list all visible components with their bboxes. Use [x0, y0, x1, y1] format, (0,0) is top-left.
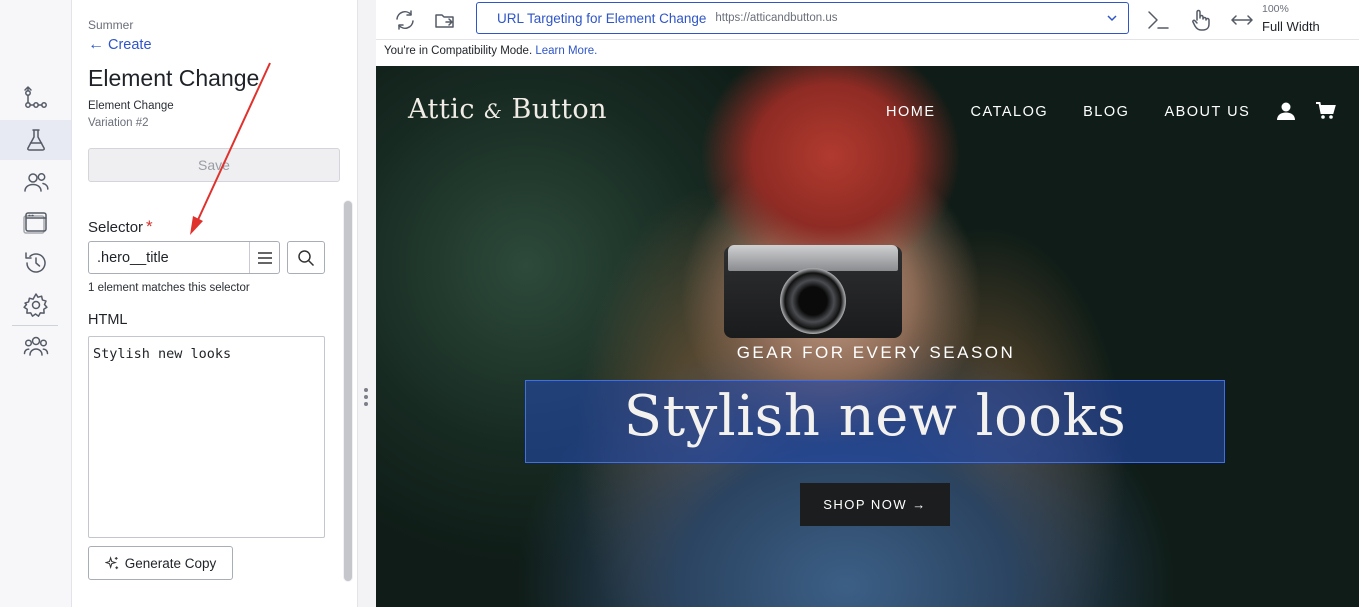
logo-word-1: Attic	[408, 94, 475, 125]
hero-title[interactable]: Stylish new looks	[525, 384, 1225, 449]
rail-settings-button[interactable]	[0, 285, 71, 325]
variation-label: Variation #2	[88, 117, 149, 129]
nav-catalog[interactable]: CATALOG	[971, 104, 1049, 120]
shop-now-button[interactable]: SHOP NOW →	[800, 483, 950, 526]
compatibility-notice: You're in Compatibility Mode. Learn More…	[376, 40, 1359, 66]
compatibility-text: You're in Compatibility Mode.	[384, 45, 533, 57]
app-window: Summer ← Create Element Change Element C…	[0, 0, 1359, 607]
open-in-browser-button[interactable]	[431, 6, 459, 34]
site-nav: HOME CATALOG BLOG ABOUT US	[886, 104, 1250, 120]
nav-about-us[interactable]: ABOUT US	[1164, 104, 1250, 120]
required-marker: *	[146, 217, 153, 236]
back-link-label: Create	[108, 37, 152, 53]
pointer-hand-icon	[1192, 9, 1210, 31]
breadcrumb: Summer	[88, 18, 134, 32]
url-targeting-select[interactable]: URL Targeting for Element Change https:/…	[476, 2, 1129, 34]
rail-flows-button[interactable]	[0, 78, 71, 118]
hamburger-icon	[257, 251, 272, 264]
page-title: Element Change	[88, 65, 260, 91]
selector-input-value: .hero__title	[97, 249, 169, 266]
scrollbar-thumb[interactable]	[344, 201, 352, 581]
refresh-icon	[396, 10, 414, 30]
generate-copy-button[interactable]: Generate Copy	[88, 546, 233, 580]
hero-photo-camera	[724, 245, 902, 338]
flows-icon	[23, 86, 47, 108]
reload-button[interactable]	[391, 6, 419, 34]
flask-icon	[26, 129, 45, 151]
search-icon	[298, 249, 315, 266]
save-button[interactable]: Save	[88, 148, 340, 182]
icon-rail	[0, 0, 72, 607]
preview-toolbar: URL Targeting for Element Change https:/…	[376, 0, 1359, 40]
team-icon	[23, 336, 48, 356]
html-label: HTML	[88, 312, 128, 328]
element-search-button[interactable]	[287, 241, 325, 274]
selector-menu-button[interactable]	[249, 242, 279, 273]
hero-subtitle[interactable]: GEAR FOR EVERY SEASON	[376, 343, 1359, 363]
cart-icon[interactable]	[1316, 102, 1336, 120]
rail-history-button[interactable]	[0, 243, 71, 283]
terminal-icon	[1148, 11, 1169, 29]
rail-audiences-button[interactable]	[0, 162, 71, 202]
change-type: Element Change	[88, 100, 174, 112]
viewport-width-label[interactable]: Full Width	[1262, 19, 1320, 34]
chevron-down-icon	[1107, 15, 1117, 22]
html-textarea[interactable]: Stylish new looks	[88, 336, 325, 538]
site-preview[interactable]: Attic & Button HOME CATALOG BLOG ABOUT U…	[376, 66, 1359, 607]
selector-match-count: 1 element matches this selector	[88, 282, 250, 294]
history-icon	[24, 252, 46, 273]
generate-copy-label: Generate Copy	[124, 555, 217, 571]
learn-more-link[interactable]: Learn More.	[535, 45, 597, 57]
editor-panel: Summer ← Create Element Change Element C…	[72, 0, 358, 607]
viewport-width-button[interactable]	[1228, 6, 1256, 34]
panel-resize-handle[interactable]	[358, 0, 376, 607]
account-icon[interactable]	[1276, 102, 1296, 120]
selector-input[interactable]: .hero__title	[88, 241, 280, 274]
gear-icon	[22, 293, 48, 317]
url-targeting-name: URL Targeting for Element Change	[497, 10, 707, 26]
zoom-level: 100%	[1262, 3, 1289, 15]
rail-experiments-button[interactable]	[0, 120, 71, 160]
audience-icon	[23, 173, 49, 192]
nav-blog[interactable]: BLOG	[1083, 104, 1129, 120]
drag-handle-icon	[364, 388, 368, 406]
selector-label: Selector *	[88, 217, 153, 237]
sparkle-icon	[104, 555, 118, 569]
interact-mode-button[interactable]	[1186, 6, 1214, 34]
selector-label-text: Selector	[88, 219, 144, 236]
rail-pages-button[interactable]	[0, 202, 71, 242]
site-logo[interactable]: Attic & Button	[408, 94, 607, 125]
code-console-button[interactable]	[1144, 6, 1172, 34]
window-icon	[22, 212, 47, 234]
back-link[interactable]: ← Create	[88, 36, 152, 54]
logo-word-2: Button	[511, 94, 608, 125]
horizontal-arrows-icon	[1231, 15, 1253, 25]
arrow-left-icon: ←	[88, 36, 104, 53]
rail-team-button[interactable]	[0, 326, 71, 366]
logo-ampersand: &	[484, 99, 503, 123]
nav-home[interactable]: HOME	[886, 104, 936, 120]
url-targeting-value: https://atticandbutton.us	[715, 12, 838, 24]
export-icon	[435, 14, 454, 28]
